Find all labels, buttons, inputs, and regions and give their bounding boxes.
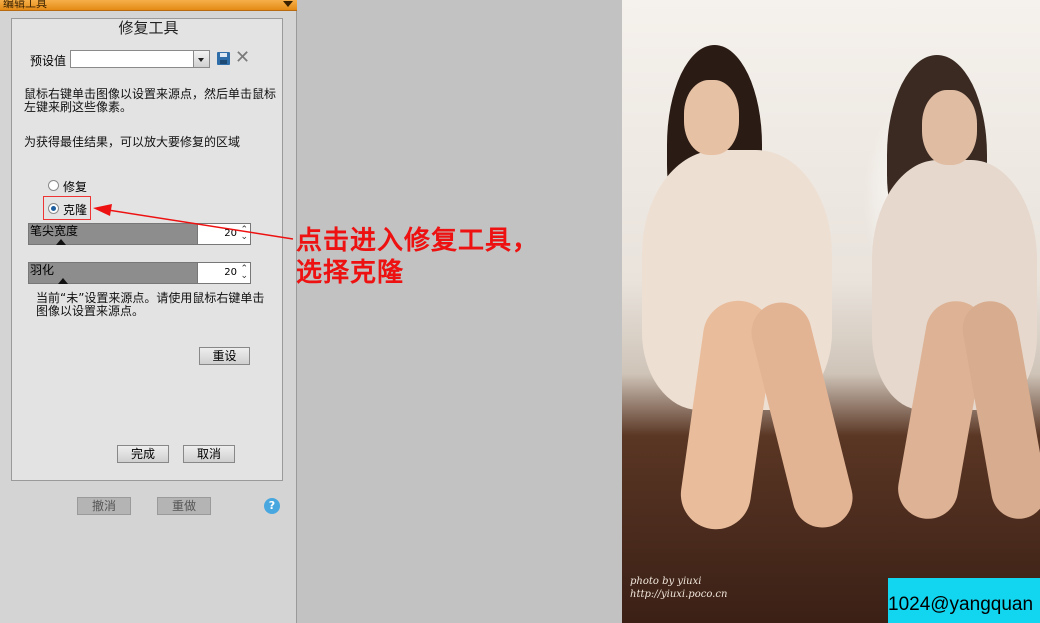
photo-credit-line-1: photo by yiuxi xyxy=(630,576,702,587)
photo-reflection-face xyxy=(922,90,977,165)
annotation-text: 点击进入修复工具， 选择克隆 xyxy=(296,225,539,289)
annotation-line-1: 点击进入修复工具， xyxy=(296,226,540,256)
annotation-line-2: 选择克隆 xyxy=(296,258,405,288)
photo-credit-line-2: http://yiuxi.poco.cn xyxy=(630,589,728,600)
photo-credit: photo by yiuxi http://yiuxi.poco.cn xyxy=(630,575,727,601)
watermark-label: 1024@yangquan xyxy=(888,578,1040,623)
photo-canvas[interactable]: photo by yiuxi http://yiuxi.poco.cn xyxy=(622,0,1040,623)
arrow-line xyxy=(107,209,294,240)
arrow-head xyxy=(93,204,112,216)
photo-figure-face xyxy=(684,80,739,155)
